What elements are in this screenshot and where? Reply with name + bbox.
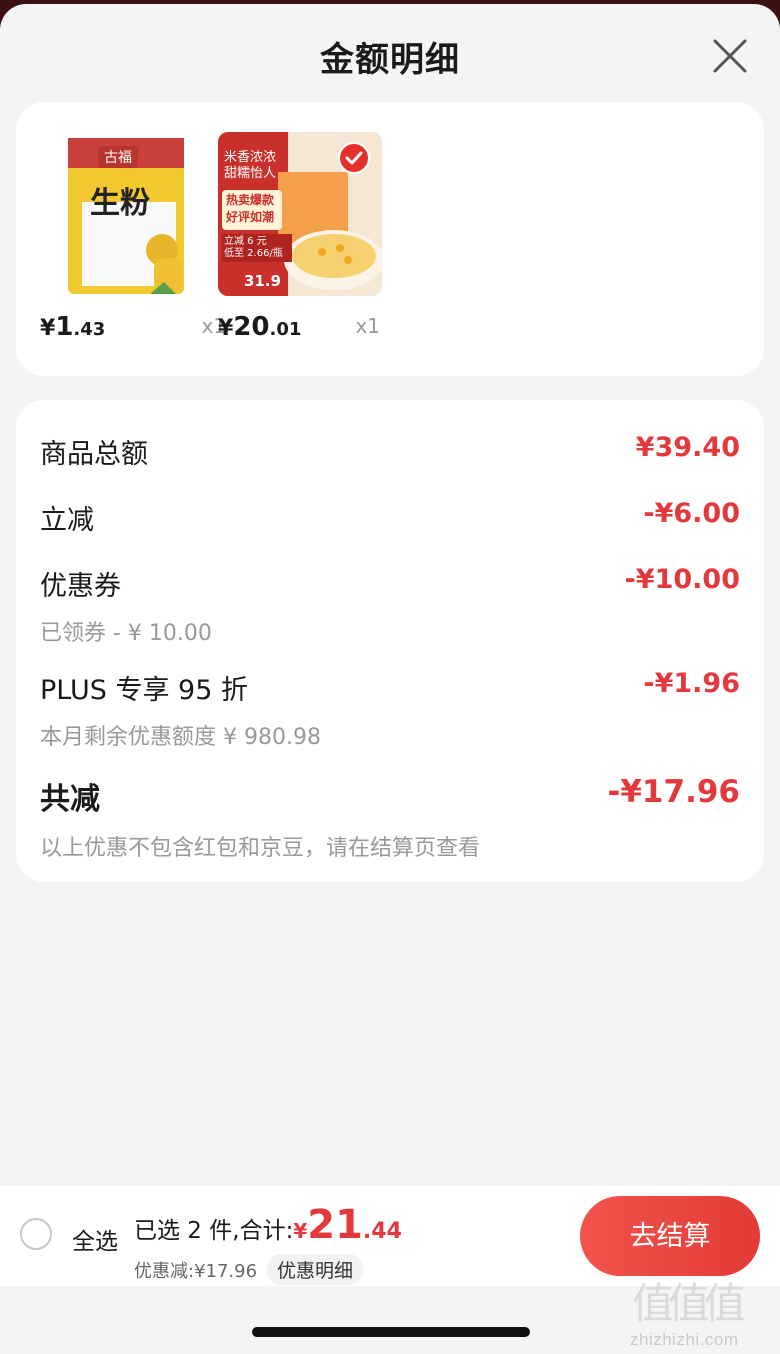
instant-discount-amount: -¥6.00 [643,498,740,529]
product-name-text: 生粉 [90,186,150,221]
selected-count-text: 已选 2 件,合计: [134,1218,294,1244]
instant-discount-label: 立减 [40,505,94,536]
product-image-soup[interactable]: 米香浓浓 甜糯怡人 热卖爆款 好评如潮 立减 6 元 低至 2.66/瓶 31.… [218,132,382,296]
price-currency: ¥ [40,316,56,341]
total-discount-note: 以上优惠不包含红包和京豆，请在结算页查看 [40,836,481,861]
brand-label: 古福 [98,146,138,168]
price-dec: .43 [73,319,106,340]
instant-discount-row: 立减 -¥6.00 [40,498,740,537]
product-item[interactable]: 米香浓浓 甜糯怡人 热卖爆款 好评如潮 立减 6 元 低至 2.66/瓶 31.… [218,132,404,346]
check-icon [345,151,363,165]
price-dec: .01 [269,319,302,340]
package-promo-2: 低至 2.66/瓶 [224,248,283,259]
amount-details-card: 商品总额 ¥39.40 立减 -¥6.00 优惠券 -¥10.00 已领券 - … [16,400,764,882]
plus-discount-sub: 本月剩余优惠额度 ¥ 980.98 [40,725,321,750]
package-tag-1: 热卖爆款 [226,193,275,207]
package-line-1: 米香浓浓 [224,150,277,165]
product-price-row: ¥20.01 x1 [218,312,380,346]
total-currency: ¥ [293,1219,308,1243]
plus-discount-row: PLUS 专享 95 折 -¥1.96 本月剩余优惠额度 ¥ 980.98 [40,668,740,751]
watermark-text: zhizhizhi.com [630,1330,739,1349]
watermark-glyph: 值值值 [632,1279,746,1328]
product-image-starch[interactable]: 古福 生粉 [64,132,250,296]
product-list: 古福 生粉 ¥1.43 x1 米香浓浓 甜糯怡人 热卖爆款 好评如潮 立减 6 … [16,102,764,376]
select-all-radio[interactable] [20,1218,52,1250]
package-price: 31.9 [244,272,282,290]
sheet-title: 金额明细 [320,40,460,80]
amount-detail-sheet: 金额明细 古福 生粉 ¥1.43 x1 米香浓浓 甜糯怡人 热卖爆款 好评如潮 … [0,4,780,1354]
product-price-row: ¥1.43 x1 [40,312,226,346]
plus-discount-label: PLUS 专享 95 折 [40,675,248,706]
selected-check[interactable] [338,142,370,174]
product-price: ¥20.01 [218,312,301,342]
package-promo-1: 立减 6 元 [224,236,267,247]
discount-detail-link[interactable]: 优惠明细 [267,1254,364,1285]
product-price: ¥1.43 [40,312,105,342]
plus-discount-amount: -¥1.96 [643,668,740,699]
price-int: 20 [233,312,270,342]
sheet-header: 金额明细 [0,4,780,100]
coupon-sub: 已领券 - ¥ 10.00 [40,621,212,646]
site-watermark: 值值值 zhizhizhi.com [630,1270,770,1354]
discount-text: 优惠减:¥17.96 [134,1261,258,1282]
home-indicator[interactable] [252,1327,530,1337]
total-dec: .44 [362,1219,402,1244]
total-discount-amount: -¥17.96 [607,774,741,810]
close-icon [713,39,747,73]
coupon-amount: -¥10.00 [624,564,740,595]
checkout-button[interactable]: 去结算 [580,1196,760,1276]
total-int: 21 [307,1202,363,1248]
coupon-row: 优惠券 -¥10.00 已领券 - ¥ 10.00 [40,564,740,647]
price-int: 1 [55,312,74,342]
price-currency: ¥ [218,316,234,341]
product-qty: x1 [355,314,380,338]
total-price: ¥21.44 [293,1202,402,1248]
package-tag-2: 好评如潮 [226,210,275,224]
order-summary: 已选 2 件,合计:¥21.44 优惠减:¥17.96 优惠明细 [134,1202,402,1285]
subtotal-row: 商品总额 ¥39.40 [40,432,740,471]
select-all-label[interactable]: 全选 [72,1222,118,1256]
total-discount-row: 共减 -¥17.96 以上优惠不包含红包和京豆，请在结算页查看 [40,774,740,862]
close-button[interactable] [712,38,748,74]
subtotal-amount: ¥39.40 [635,432,740,463]
package-line-2: 甜糯怡人 [224,166,277,181]
